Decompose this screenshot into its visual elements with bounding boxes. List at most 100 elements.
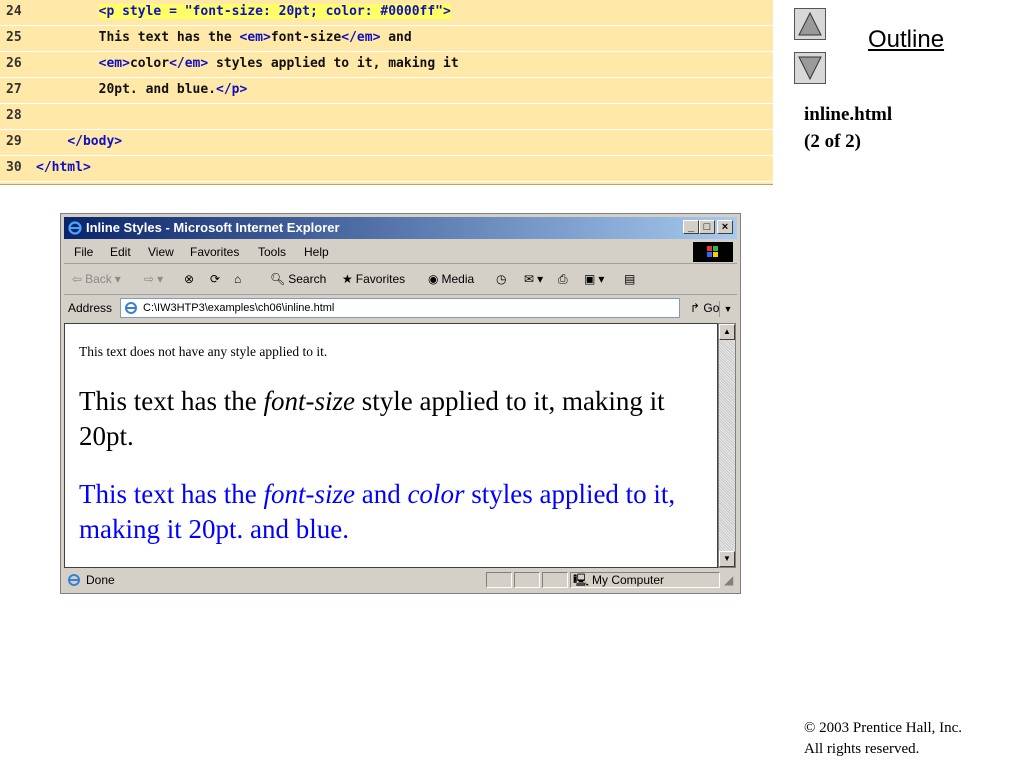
code-token: </p>: [216, 82, 248, 97]
mail-icon: ✉: [524, 272, 535, 286]
status-bar: Done 🖳 My Computer ◢: [64, 570, 737, 590]
code-token: </em>: [169, 56, 209, 71]
scroll-down-button[interactable]: ▼: [719, 551, 735, 567]
code-listing: 24 <p style = "font-size: 20pt; color: #…: [0, 0, 773, 185]
p3-text-1: This text has the: [79, 479, 264, 509]
previous-slide-button[interactable]: [794, 8, 826, 40]
ie-page-icon: [125, 302, 137, 314]
chevron-down-icon: ▾: [114, 272, 121, 286]
code-line: 24 <p style = "font-size: 20pt; color: #…: [0, 0, 773, 26]
chevron-down-icon: ▾: [537, 272, 544, 286]
address-input[interactable]: C:\IW3HTP3\examples\ch06\inline.html ▼: [120, 298, 736, 318]
copyright-notice: © 2003 Prentice Hall, Inc. All rights re…: [804, 718, 962, 760]
favorites-button[interactable]: ★ Favorites: [342, 265, 405, 294]
forward-arrow-icon: ⇨: [144, 272, 155, 286]
code-token: <em>: [98, 56, 130, 71]
page-content: This text does not have any style applie…: [64, 323, 718, 568]
code-line: 28: [0, 104, 773, 130]
back-arrow-icon: ⇦: [72, 272, 83, 286]
menu-help[interactable]: Help: [304, 241, 329, 263]
word-icon: ▣: [584, 272, 596, 286]
maximize-button[interactable]: □: [699, 220, 715, 234]
refresh-icon: ⟳: [210, 272, 221, 286]
font-size-paragraph: This text has the font-size style applie…: [79, 384, 699, 454]
print-button[interactable]: ⎙: [558, 265, 568, 294]
address-label: Address: [68, 301, 113, 315]
scroll-up-button[interactable]: ▲: [719, 324, 735, 340]
go-button[interactable]: ↱ Go: [690, 296, 719, 320]
up-triangle-icon: [798, 11, 822, 36]
copyright-line-2: All rights reserved.: [804, 741, 920, 757]
code-text: <p style = "font-size: 20pt; color: #000…: [36, 0, 451, 24]
status-pane: [542, 572, 568, 588]
media-label: Media: [441, 272, 475, 286]
next-slide-button[interactable]: [794, 52, 826, 84]
forward-button[interactable]: ⇨ ▾: [144, 265, 163, 294]
code-token: <em>: [239, 30, 271, 45]
title-bar[interactable]: Inline Styles - Microsoft Internet Explo…: [64, 217, 737, 239]
status-text: Done: [86, 573, 115, 587]
code-line: 25 This text has the <em>font-size</em> …: [0, 26, 773, 52]
menu-tools[interactable]: Tools: [258, 241, 286, 263]
media-icon: ◉: [428, 272, 439, 286]
vertical-scrollbar[interactable]: ▲ ▼: [718, 323, 736, 568]
close-button[interactable]: ×: [717, 220, 733, 234]
line-number: 25: [6, 30, 22, 45]
edit-button[interactable]: ▣ ▾: [584, 265, 604, 294]
code-token: </body>: [67, 134, 123, 149]
back-button[interactable]: ⇦ Back ▾: [72, 265, 121, 294]
status-pane: [486, 572, 512, 588]
search-label: Search: [288, 272, 327, 286]
discuss-icon: ▤: [624, 272, 636, 286]
outline-link[interactable]: Outline: [868, 26, 944, 54]
line-number: 30: [6, 160, 22, 175]
discuss-button[interactable]: ▤: [624, 265, 635, 294]
minimize-button[interactable]: _: [683, 220, 699, 234]
code-text: 20pt. and blue.</p>: [36, 78, 248, 102]
print-icon: ⎙: [558, 272, 568, 286]
refresh-button[interactable]: ⟳: [210, 265, 220, 294]
windows-logo-icon: [693, 242, 733, 262]
toolbar: ⇦ Back ▾ ⇨ ▾ ⊗ ⟳ ⌂ 🔍︎ Search ★ Favorites…: [64, 265, 737, 295]
line-number: 29: [6, 134, 22, 149]
favorites-icon: ★: [342, 272, 353, 286]
code-line: 26 <em>color</em> styles applied to it, …: [0, 52, 773, 78]
copyright-line-1: © 2003 Prentice Hall, Inc.: [804, 720, 963, 736]
code-line: 30 </html>: [0, 156, 773, 182]
file-info: inline.html (2 of 2): [804, 101, 892, 155]
stop-icon: ⊗: [184, 272, 195, 286]
go-arrow-icon: ↱: [690, 301, 701, 315]
p3-emphasis-1: font-size: [263, 479, 355, 509]
menu-file[interactable]: File: [74, 241, 93, 263]
chevron-down-icon: ▾: [598, 272, 605, 286]
p3-emphasis-2: color: [407, 479, 465, 509]
code-token: color: [129, 56, 170, 71]
mail-button[interactable]: ✉ ▾: [524, 265, 543, 294]
font-size-color-paragraph: This text has the font-size and color st…: [79, 477, 709, 547]
address-bar: Address C:\IW3HTP3\examples\ch06\inline.…: [64, 296, 737, 320]
code-line: 27 20pt. and blue.</p>: [0, 78, 773, 104]
menu-edit[interactable]: Edit: [110, 241, 131, 263]
computer-icon: 🖳: [573, 573, 590, 587]
address-dropdown-button[interactable]: ▼: [719, 301, 736, 317]
history-button[interactable]: ◷: [496, 265, 506, 294]
menu-favorites[interactable]: Favorites: [190, 241, 239, 263]
code-token: and: [380, 30, 412, 45]
search-button[interactable]: 🔍︎ Search: [270, 265, 326, 294]
ie-page-icon: [68, 574, 80, 586]
code-text: </body>: [36, 130, 122, 154]
home-icon: ⌂: [234, 272, 242, 286]
media-button[interactable]: ◉ Media: [428, 265, 474, 294]
home-button[interactable]: ⌂: [234, 265, 241, 294]
menu-view[interactable]: View: [148, 241, 174, 263]
zone-label: My Computer: [592, 573, 665, 587]
status-pane: [514, 572, 540, 588]
file-name: inline.html: [804, 104, 893, 125]
line-number: 28: [6, 108, 22, 123]
code-token: </html>: [36, 160, 91, 175]
browser-window: Inline Styles - Microsoft Internet Explo…: [60, 213, 741, 594]
stop-button[interactable]: ⊗: [184, 265, 194, 294]
p2-text-1: This text has the: [79, 386, 264, 416]
resize-grip-icon[interactable]: ◢: [724, 570, 733, 590]
